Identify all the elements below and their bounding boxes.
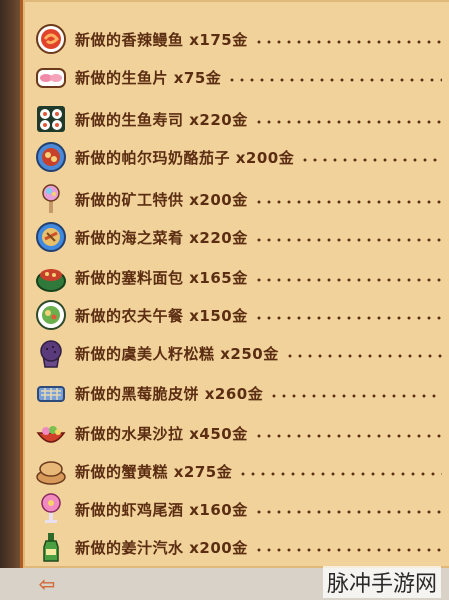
stuffing-icon [35,261,67,293]
recipe-label: 新做的海之菜肴 x220金 [75,228,248,247]
back-arrow-icon[interactable]: ⇦ [32,572,62,596]
recipe-label: 新做的农夫午餐 x150金 [75,306,248,325]
dot-leader [253,278,442,282]
list-item: 新做的生鱼寿司 x220金 [35,100,449,138]
dot-leader [253,40,442,44]
recipe-label: 新做的蟹黄糕 x275金 [75,462,233,481]
list-item: 新做的黑莓脆皮饼 x260金 [35,374,449,412]
list-item: 新做的矿工特供 x200金 [35,180,449,218]
recipe-label: 新做的塞料面包 x165金 [75,268,248,287]
recipe-label: 新做的生鱼寿司 x220金 [75,110,248,129]
list-item: 新做的姜汁汽水 x200金 [35,528,449,566]
recipe-label: 新做的虞美人籽松糕 x250金 [75,344,279,363]
list-item: 新做的香辣鳗鱼 x175金 [35,20,449,58]
back-arrow-glyph: ⇦ [38,572,56,596]
shipping-log-panel: 新做的香辣鳗鱼 x175金 新做的生鱼片 x75金 新做的生鱼寿司 x220金 … [20,0,449,568]
dot-leader [253,316,442,320]
list-item: 新做的生鱼片 x75金 [35,58,449,96]
fruit-salad-icon [35,417,67,449]
blackberry-cobbler-icon [35,377,67,409]
recipe-label: 新做的矿工特供 x200金 [75,190,248,209]
dot-leader [253,120,442,124]
dot-leader [253,510,442,514]
recipe-label: 新做的水果沙拉 x450金 [75,424,248,443]
recipe-label: 新做的生鱼片 x75金 [75,68,222,87]
dot-leader [284,354,442,358]
dot-leader [253,238,442,242]
list-item: 新做的水果沙拉 x450金 [35,414,449,452]
shrimp-cocktail-icon [35,493,67,525]
farmers-lunch-icon [35,299,67,331]
dot-leader [253,548,442,552]
dot-leader [253,200,442,204]
crab-cakes-icon [35,455,67,487]
list-item: 新做的帕尔玛奶酪茄子 x200金 [35,138,449,176]
recipe-label: 新做的虾鸡尾酒 x160金 [75,500,248,519]
dot-leader [227,78,442,82]
poppyseed-muffin-icon [35,337,67,369]
recipe-label: 新做的香辣鳗鱼 x175金 [75,30,248,49]
eggplant-parmesan-icon [35,141,67,173]
list-item: 新做的蟹黄糕 x275金 [35,452,449,490]
list-item: 新做的海之菜肴 x220金 [35,218,449,256]
maki-roll-icon [35,103,67,135]
list-item: 新做的虾鸡尾酒 x160金 [35,490,449,528]
list-item: 新做的虞美人籽松糕 x250金 [35,334,449,372]
dot-leader [269,394,442,398]
sashimi-icon [35,61,67,93]
list-item: 新做的塞料面包 x165金 [35,258,449,296]
dish-o-the-sea-icon [35,221,67,253]
recipe-label: 新做的姜汁汽水 x200金 [75,538,248,557]
recipe-label: 新做的帕尔玛奶酪茄子 x200金 [75,148,295,167]
miners-treat-icon [35,183,67,215]
dot-leader [300,158,442,162]
dot-leader [238,472,442,476]
watermark: 脉冲手游网 [322,566,441,598]
dot-leader [253,434,442,438]
recipe-label: 新做的黑莓脆皮饼 x260金 [75,384,264,403]
ginger-ale-icon [35,531,67,563]
spicy-eel-icon [35,23,67,55]
list-item: 新做的农夫午餐 x150金 [35,296,449,334]
